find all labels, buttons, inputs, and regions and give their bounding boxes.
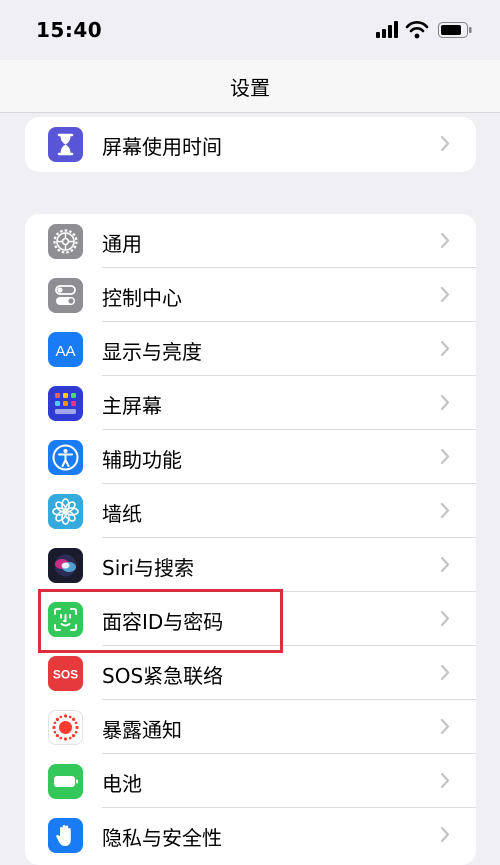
settings-group-screen-time: 屏幕使用时间 [25, 117, 476, 172]
status-time: 15:40 [36, 18, 103, 42]
row-label: 通用 [102, 232, 142, 256]
flower-icon [48, 494, 83, 529]
status-bar: 15:40 [0, 0, 500, 60]
row-label: 显示与亮度 [102, 340, 202, 364]
row-label: 隐私与安全性 [102, 826, 222, 850]
status-icons [376, 20, 476, 40]
chevron-right-icon [440, 826, 450, 843]
settings-group-main: 通用 控制中心 AA 显示与亮度 主屏幕 辅助功能 墙纸 Siri与搜索 面容I… [25, 214, 476, 865]
row-exposure-notifications[interactable]: 暴露通知 [25, 700, 476, 754]
chevron-right-icon [440, 610, 450, 627]
chevron-right-icon [440, 135, 450, 152]
row-siri-search[interactable]: Siri与搜索 [25, 538, 476, 592]
battery-status-icon [438, 22, 472, 38]
row-label: 控制中心 [102, 286, 182, 310]
row-control-center[interactable]: 控制中心 [25, 268, 476, 322]
siri-icon [48, 548, 83, 583]
chevron-right-icon [440, 340, 450, 357]
row-label: 屏幕使用时间 [102, 135, 222, 159]
row-battery[interactable]: 电池 [25, 754, 476, 808]
chevron-right-icon [440, 232, 450, 249]
row-wallpaper[interactable]: 墙纸 [25, 484, 476, 538]
row-accessibility[interactable]: 辅助功能 [25, 430, 476, 484]
svg-text:SOS: SOS [53, 668, 78, 682]
row-label: Siri与搜索 [102, 556, 195, 580]
row-general[interactable]: 通用 [25, 214, 476, 268]
wifi-icon [405, 21, 429, 39]
row-label: 暴露通知 [102, 718, 182, 742]
chevron-right-icon [440, 448, 450, 465]
app-grid-icon [48, 386, 83, 421]
gear-icon [48, 224, 83, 259]
toggles-icon [48, 278, 83, 313]
battery-icon [48, 764, 83, 799]
row-emergency-sos[interactable]: SOS SOS紧急联络 [25, 646, 476, 700]
chevron-right-icon [440, 556, 450, 573]
nav-bar: 设置 [0, 60, 500, 113]
accessibility-icon [48, 440, 83, 475]
chevron-right-icon [440, 502, 450, 519]
row-label: 电池 [102, 772, 142, 796]
cellular-signal-icon [376, 21, 398, 38]
row-label: 主屏幕 [102, 394, 162, 418]
row-label: 辅助功能 [102, 448, 182, 472]
hourglass-icon [48, 127, 83, 162]
chevron-right-icon [440, 664, 450, 681]
svg-text:AA: AA [55, 343, 75, 360]
sos-icon: SOS [48, 656, 83, 691]
chevron-right-icon [440, 286, 450, 303]
hand-icon [48, 818, 83, 853]
row-label: 墙纸 [102, 502, 142, 526]
highlight-box [38, 589, 283, 653]
row-display-brightness[interactable]: AA 显示与亮度 [25, 322, 476, 376]
row-privacy-security[interactable]: 隐私与安全性 [25, 808, 476, 862]
chevron-right-icon [440, 394, 450, 411]
row-screen-time[interactable]: 屏幕使用时间 [25, 117, 476, 171]
chevron-right-icon [440, 772, 450, 789]
exposure-icon [48, 710, 83, 745]
row-label: SOS紧急联络 [102, 664, 224, 688]
chevron-right-icon [440, 718, 450, 735]
row-home-screen[interactable]: 主屏幕 [25, 376, 476, 430]
page-title: 设置 [230, 76, 270, 100]
text-size-icon: AA [48, 332, 83, 367]
